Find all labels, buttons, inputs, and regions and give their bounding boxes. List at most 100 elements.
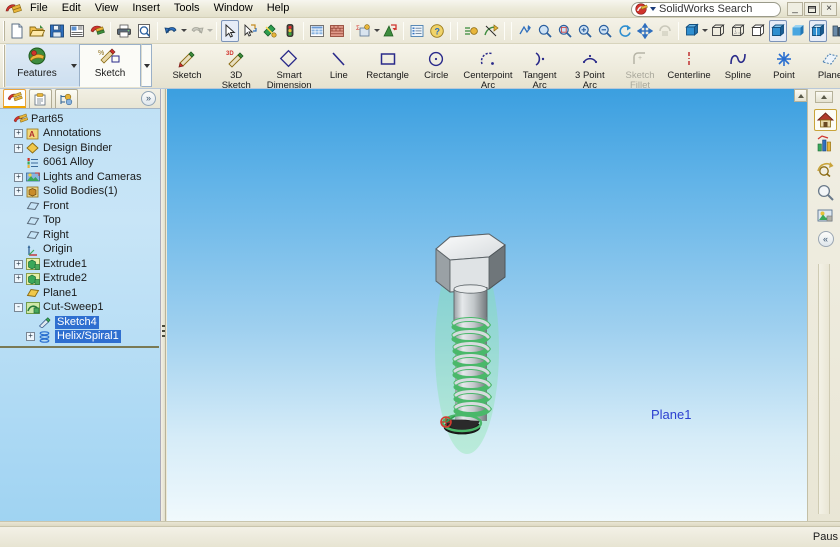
- open-document-button[interactable]: [28, 20, 46, 42]
- sketch-tab-dropdown-caret-icon[interactable]: [141, 44, 152, 87]
- section-view-button[interactable]: [328, 20, 346, 42]
- draft-quality-button[interactable]: [809, 19, 827, 42]
- make-assembly-button[interactable]: [88, 20, 106, 42]
- zoom-tools-button[interactable]: [814, 181, 837, 203]
- ribbon-cmd-centerpoint-arc[interactable]: Centerpoint Arc: [459, 44, 516, 92]
- ribbon-grip[interactable]: [3, 45, 5, 87]
- ribbon-cmd-smart-dimension[interactable]: Smart Dimension: [262, 44, 315, 92]
- tree-item-plane1[interactable]: Plane1: [0, 286, 160, 301]
- previous-view-button[interactable]: [596, 20, 614, 42]
- tree-item-annotations[interactable]: + A Annotations: [0, 127, 160, 142]
- shaded-button[interactable]: [789, 20, 807, 42]
- hidden-lines-removed-button[interactable]: [749, 20, 767, 42]
- ribbon-cmd-centerline[interactable]: Centerline: [663, 44, 715, 82]
- make-drawing-button[interactable]: [68, 20, 86, 42]
- rollback-button[interactable]: [482, 20, 500, 42]
- home-view-button[interactable]: [814, 109, 837, 131]
- shaded-with-edges-button[interactable]: [769, 19, 787, 42]
- tree-item-solid-bodies-1[interactable]: + Solid Bodies(1): [0, 185, 160, 200]
- menu-item-view[interactable]: View: [88, 0, 126, 17]
- ribbon-cmd-3-point-arc[interactable]: 3 Point Arc: [563, 44, 617, 92]
- tree-expand-icon[interactable]: +: [14, 143, 23, 153]
- edit-appearance-button[interactable]: Σ: [355, 20, 373, 42]
- zoom-to-fit-button[interactable]: [536, 20, 554, 42]
- perspective-button[interactable]: [829, 20, 840, 42]
- redo-button[interactable]: [188, 20, 206, 42]
- display-grid-button[interactable]: [308, 20, 326, 42]
- print-button[interactable]: [115, 20, 133, 42]
- model-hex-bolt[interactable]: [167, 89, 807, 526]
- minimize-button[interactable]: _: [787, 2, 803, 16]
- undo-dropdown-caret-icon[interactable]: [181, 20, 187, 42]
- redraw-button[interactable]: [516, 20, 534, 42]
- appearances-button[interactable]: [814, 205, 837, 227]
- graphics-viewport[interactable]: Plane1: [167, 89, 807, 526]
- rollback-bar[interactable]: [0, 346, 159, 348]
- feature-manager-tab[interactable]: [3, 89, 26, 108]
- viewport-scroll-up-button[interactable]: [794, 89, 807, 102]
- menu-item-edit[interactable]: Edit: [55, 0, 88, 17]
- features-tab-dropdown-caret-icon[interactable]: [68, 44, 79, 87]
- ribbon-cmd-tangent-arc[interactable]: Tangent Arc: [517, 44, 563, 92]
- search-input[interactable]: SolidWorks Search: [631, 1, 781, 17]
- appearance-dropdown-caret-icon[interactable]: [374, 20, 380, 42]
- options-button[interactable]: [408, 20, 426, 42]
- ribbon-tab-sketch[interactable]: % Sketch: [79, 44, 141, 87]
- tree-item-design-binder[interactable]: + Design Binder: [0, 141, 160, 156]
- tree-expand-icon[interactable]: +: [14, 129, 23, 139]
- tree-item-front[interactable]: Front: [0, 199, 160, 214]
- zoom-in-out-button[interactable]: [576, 20, 594, 42]
- configuration-manager-tab[interactable]: [55, 89, 78, 108]
- apply-scene-button[interactable]: [381, 20, 399, 42]
- hidden-lines-visible-button[interactable]: [729, 20, 747, 42]
- tree-item-part65[interactable]: Part65: [0, 112, 160, 127]
- property-manager-tab[interactable]: [29, 89, 52, 108]
- ribbon-cmd-point[interactable]: Point: [761, 44, 807, 82]
- tree-collapse-icon[interactable]: -: [14, 303, 23, 313]
- tree-item-extrude2[interactable]: + Extrude2: [0, 272, 160, 287]
- tree-item-sketch4[interactable]: Sketch4: [0, 315, 160, 330]
- plane1-annotation[interactable]: Plane1: [651, 407, 691, 422]
- help-button[interactable]: ?: [428, 20, 446, 42]
- new-document-button[interactable]: [8, 20, 26, 42]
- ribbon-tab-features[interactable]: Features: [6, 44, 68, 87]
- roll-view-button[interactable]: [656, 20, 674, 42]
- rotate-view-button[interactable]: [616, 20, 634, 42]
- display-style-button[interactable]: [814, 133, 837, 155]
- ribbon-cmd-rectangle[interactable]: Rectangle: [362, 44, 413, 82]
- magnified-select-button[interactable]: [241, 20, 259, 42]
- tree-item-top[interactable]: Top: [0, 214, 160, 229]
- tree-expand-icon[interactable]: +: [14, 259, 23, 269]
- tree-item-cut-sweep1[interactable]: - Cut-Sweep1: [0, 301, 160, 316]
- print-preview-button[interactable]: [135, 20, 153, 42]
- tree-item-extrude1[interactable]: + Extrude1: [0, 257, 160, 272]
- sensor-traffic-light-button[interactable]: [281, 20, 299, 42]
- tree-expand-icon[interactable]: +: [14, 274, 23, 284]
- menu-item-file[interactable]: File: [23, 0, 55, 17]
- menu-item-window[interactable]: Window: [207, 0, 260, 17]
- tree-item-origin[interactable]: Origin: [0, 243, 160, 258]
- feature-manager-collapse-button[interactable]: »: [141, 91, 156, 106]
- menu-item-insert[interactable]: Insert: [125, 0, 167, 17]
- measure-button[interactable]: [261, 20, 279, 42]
- tree-item-lights-and-cameras[interactable]: + Lights and Cameras: [0, 170, 160, 185]
- ribbon-cmd-spline[interactable]: Spline: [715, 44, 761, 82]
- splitter-grip-dots[interactable]: [162, 325, 165, 340]
- tree-expand-icon[interactable]: +: [14, 172, 23, 182]
- menu-item-help[interactable]: Help: [260, 0, 297, 17]
- zoom-to-area-button[interactable]: [556, 20, 574, 42]
- undo-button[interactable]: [162, 20, 180, 42]
- tree-expand-icon[interactable]: +: [26, 332, 35, 342]
- ribbon-cmd-sketch[interactable]: Sketch: [164, 44, 210, 82]
- tree-item-helix-spiral1[interactable]: + Helix/Spiral1: [0, 330, 160, 345]
- view-toolbar-collapse-button[interactable]: «: [817, 231, 834, 247]
- ribbon-cmd-circle[interactable]: Circle: [413, 44, 459, 82]
- close-button[interactable]: ×: [821, 2, 837, 16]
- menu-item-tools[interactable]: Tools: [167, 0, 207, 17]
- panel-splitter[interactable]: [161, 89, 166, 526]
- ribbon-cmd-plane[interactable]: Plane: [807, 44, 840, 82]
- search-dropdown-caret-icon[interactable]: [650, 7, 656, 11]
- rebuild-button[interactable]: [462, 20, 480, 42]
- save-button[interactable]: [48, 20, 66, 42]
- view-orientation-button[interactable]: [683, 20, 701, 42]
